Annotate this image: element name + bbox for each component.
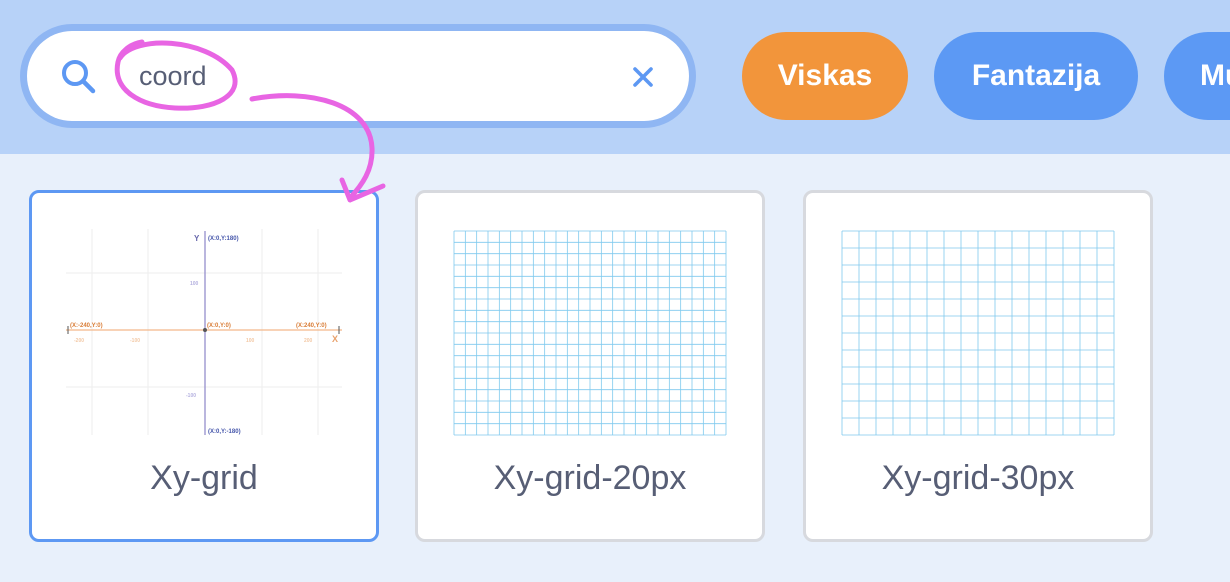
search-icon [62,60,96,94]
result-card-xy-grid-20px[interactable]: Xy-grid-20px [415,190,765,542]
result-card-name: Xy-grid-20px [493,459,687,497]
xy-grid-thumbnail: Y X (X:0,Y:180) (X:0,Y:-180) (X:-240,Y:0… [66,229,342,435]
search-box[interactable] [20,24,696,128]
x-tick-label: -100 [130,338,140,344]
top-coordinate-label: (X:0,Y:180) [208,236,239,242]
grid-20px-thumbnail [453,230,727,436]
x-tick-label: 200 [304,338,313,344]
result-card-name: Xy-grid-30px [881,459,1075,497]
x-tick-label: -200 [74,338,84,344]
center-coordinate-label: (X:0,Y:0) [207,323,231,329]
category-viskas-button[interactable]: Viskas [742,32,908,120]
close-icon[interactable] [631,65,655,89]
category-music-button[interactable]: Mu [1164,32,1230,120]
result-card-xy-grid-30px[interactable]: Xy-grid-30px [803,190,1153,542]
result-card-xy-grid[interactable]: Y X (X:0,Y:180) (X:0,Y:-180) (X:-240,Y:0… [29,190,379,542]
search-input[interactable] [139,49,609,103]
x-axis-label: X [332,334,338,344]
y-tick-label: 100 [190,281,199,287]
result-card-name: Xy-grid [150,459,258,497]
category-fantazija-button[interactable]: Fantazija [934,32,1138,120]
y-tick-label: -100 [186,393,196,399]
search-box-inner [27,31,689,121]
y-axis-label: Y [194,234,200,243]
grid-30px-thumbnail [841,230,1115,436]
bottom-coordinate-label: (X:0,Y:-180) [208,429,241,435]
left-coordinate-label: (X:-240,Y:0) [70,323,103,329]
x-tick-label: 100 [246,338,255,344]
right-coordinate-label: (X:240,Y:0) [296,323,327,329]
top-bar: Viskas Fantazija Mu [0,0,1230,154]
